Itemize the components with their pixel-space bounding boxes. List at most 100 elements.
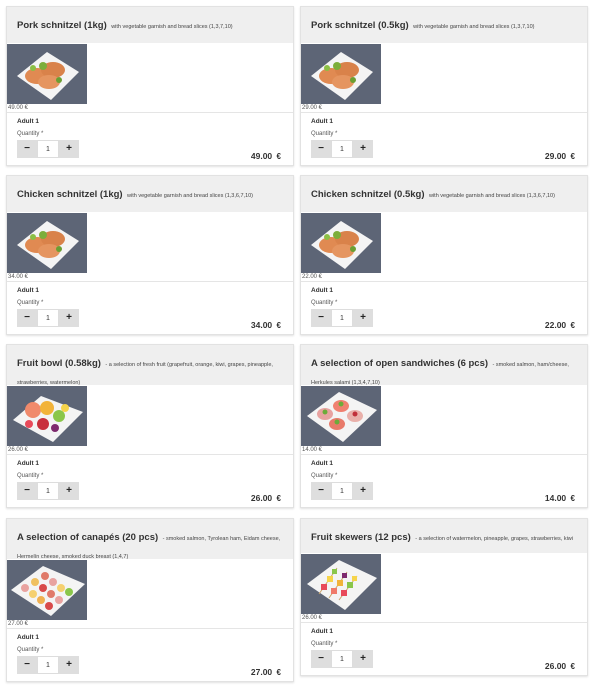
- person-type: Adult 1: [311, 118, 334, 125]
- product-title: A selection of open sandwiches (6 pcs): [311, 358, 489, 369]
- card-header: Fruit bowl (0.58kg) - a selection of fre…: [7, 345, 293, 386]
- quantity-input[interactable]: [331, 650, 353, 668]
- increment-button[interactable]: +: [353, 140, 373, 158]
- product-subtitle: with vegetable garnish and bread slices …: [428, 193, 555, 199]
- schnitzel-image: [301, 213, 381, 273]
- total-price: 49.00 €: [250, 151, 281, 161]
- decrement-button[interactable]: −: [311, 482, 331, 500]
- product-subtitle: - a selection of watermelon, pineapple, …: [415, 536, 573, 542]
- quantity-input[interactable]: [331, 309, 353, 327]
- currency-symbol: €: [276, 668, 281, 677]
- decrement-button[interactable]: −: [17, 140, 37, 158]
- quantity-stepper: − +: [311, 650, 577, 668]
- card-header: A selection of open sandwiches (6 pcs) -…: [301, 345, 587, 386]
- card-header: Pork schnitzel (0.5kg) with vegetable ga…: [301, 7, 587, 43]
- currency-symbol: €: [570, 494, 575, 503]
- increment-button[interactable]: +: [59, 309, 79, 327]
- person-type: Adult 1: [311, 460, 334, 467]
- open-sandwiches-image: [301, 386, 381, 446]
- product-title: Chicken schnitzel (1kg): [17, 189, 123, 200]
- currency-symbol: €: [276, 321, 281, 330]
- card-header: A selection of canapés (20 pcs) - smoked…: [7, 519, 293, 560]
- person-type: Adult 1: [311, 287, 334, 294]
- total-price: 22.00 €: [544, 320, 575, 330]
- total-price: 26.00 €: [544, 661, 575, 671]
- product-subtitle: with vegetable garnish and bread slices …: [413, 24, 535, 30]
- product-card: Fruit bowl (0.58kg) - a selection of fre…: [6, 344, 294, 508]
- unit-price: 26.00 €: [302, 615, 323, 621]
- person-type: Adult 1: [17, 634, 40, 641]
- quantity-label: Quantity *: [17, 131, 44, 137]
- increment-button[interactable]: +: [353, 482, 373, 500]
- decrement-button[interactable]: −: [311, 309, 331, 327]
- increment-button[interactable]: +: [59, 140, 79, 158]
- person-type: Adult 1: [311, 628, 334, 635]
- product-card: Pork schnitzel (1kg) with vegetable garn…: [6, 6, 294, 166]
- product-subtitle: with vegetable garnish and bread slices …: [111, 24, 233, 30]
- increment-button[interactable]: +: [353, 309, 373, 327]
- fruit-bowl-image: [7, 386, 87, 446]
- quantity-stepper: − +: [311, 140, 577, 158]
- total-price: 14.00 €: [544, 493, 575, 503]
- person-type: Adult 1: [17, 118, 40, 125]
- quantity-stepper: − +: [17, 309, 283, 327]
- product-card: A selection of canapés (20 pcs) - smoked…: [6, 518, 294, 682]
- quantity-input[interactable]: [331, 482, 353, 500]
- fruit-skewers-image: [301, 554, 381, 614]
- product-title: Fruit bowl (0.58kg): [17, 358, 101, 369]
- product-subtitle: with vegetable garnish and bread slices …: [127, 193, 254, 199]
- quantity-label: Quantity *: [311, 300, 338, 306]
- decrement-button[interactable]: −: [17, 309, 37, 327]
- unit-price: 26.00 €: [8, 447, 29, 453]
- increment-button[interactable]: +: [353, 650, 373, 668]
- unit-price: 29.00 €: [302, 105, 323, 111]
- quantity-input[interactable]: [37, 656, 59, 674]
- total-price: 26.00 €: [250, 493, 281, 503]
- quantity-label: Quantity *: [311, 131, 338, 137]
- product-title: Fruit skewers (12 pcs): [311, 532, 411, 543]
- increment-button[interactable]: +: [59, 656, 79, 674]
- decrement-button[interactable]: −: [17, 482, 37, 500]
- card-header: Pork schnitzel (1kg) with vegetable garn…: [7, 7, 293, 43]
- quantity-stepper: − +: [311, 309, 577, 327]
- quantity-stepper: − +: [17, 656, 283, 674]
- schnitzel-image: [301, 44, 381, 104]
- currency-symbol: €: [276, 494, 281, 503]
- product-card: Chicken schnitzel (0.5kg) with vegetable…: [300, 175, 588, 335]
- quantity-input[interactable]: [37, 140, 59, 158]
- quantity-input[interactable]: [37, 482, 59, 500]
- product-card: A selection of open sandwiches (6 pcs) -…: [300, 344, 588, 508]
- quantity-label: Quantity *: [17, 647, 44, 653]
- quantity-input[interactable]: [331, 140, 353, 158]
- product-title: Chicken schnitzel (0.5kg): [311, 189, 425, 200]
- card-header: Chicken schnitzel (0.5kg) with vegetable…: [301, 176, 587, 212]
- unit-price: 49.00 €: [8, 105, 29, 111]
- person-type: Adult 1: [17, 287, 40, 294]
- total-price: 29.00 €: [544, 151, 575, 161]
- card-header: Chicken schnitzel (1kg) with vegetable g…: [7, 176, 293, 212]
- product-title: Pork schnitzel (1kg): [17, 20, 107, 31]
- quantity-stepper: − +: [311, 482, 577, 500]
- currency-symbol: €: [570, 662, 575, 671]
- unit-price: 34.00 €: [8, 274, 29, 280]
- decrement-button[interactable]: −: [311, 650, 331, 668]
- canapes-image: [7, 560, 87, 620]
- unit-price: 27.00 €: [8, 621, 29, 627]
- unit-price: 22.00 €: [302, 274, 323, 280]
- product-card: Chicken schnitzel (1kg) with vegetable g…: [6, 175, 294, 335]
- schnitzel-image: [7, 213, 87, 273]
- currency-symbol: €: [276, 152, 281, 161]
- card-header: Fruit skewers (12 pcs) - a selection of …: [301, 519, 587, 553]
- decrement-button[interactable]: −: [311, 140, 331, 158]
- quantity-label: Quantity *: [17, 300, 44, 306]
- total-price: 34.00 €: [250, 320, 281, 330]
- quantity-label: Quantity *: [17, 473, 44, 479]
- product-title: Pork schnitzel (0.5kg): [311, 20, 409, 31]
- currency-symbol: €: [570, 321, 575, 330]
- product-title: A selection of canapés (20 pcs): [17, 532, 159, 543]
- quantity-input[interactable]: [37, 309, 59, 327]
- quantity-label: Quantity *: [311, 641, 338, 647]
- increment-button[interactable]: +: [59, 482, 79, 500]
- person-type: Adult 1: [17, 460, 40, 467]
- decrement-button[interactable]: −: [17, 656, 37, 674]
